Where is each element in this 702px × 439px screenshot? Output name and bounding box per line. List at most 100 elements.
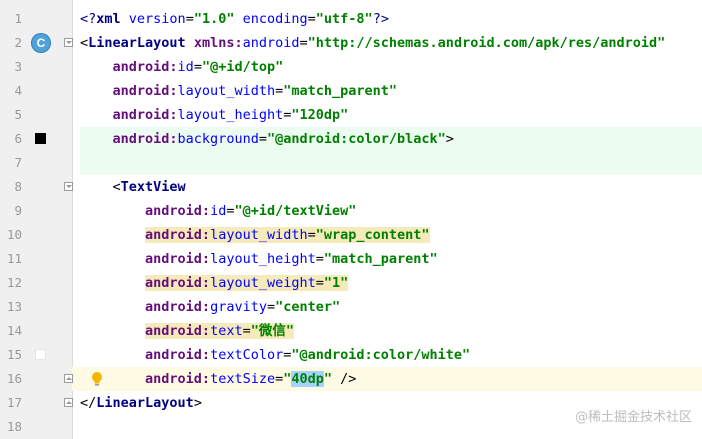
code-line[interactable]: 15 android:textColor="@android:color/whi… [0, 343, 702, 367]
code-token: layout_width [210, 227, 308, 243]
line-number: 2 [14, 35, 22, 50]
code-token: android: [112, 83, 178, 99]
code-line[interactable]: 13 android:gravity="center" [0, 295, 702, 319]
code-token: android: [112, 107, 178, 123]
code-token: < [80, 179, 121, 195]
line-number: 11 [6, 251, 22, 266]
code-token: <? [80, 11, 97, 27]
code-line[interactable]: 1 <?xml version="1.0" encoding="utf-8"?> [0, 7, 702, 31]
code-token: android: [145, 251, 211, 267]
code-token: > [193, 395, 202, 411]
code-text[interactable]: <TextView [80, 175, 186, 199]
code-line[interactable]: 12 android:layout_weight="1" [0, 271, 702, 295]
line-number: 6 [14, 131, 22, 146]
line-number: 16 [6, 371, 22, 386]
code-token: android: [145, 371, 211, 387]
code-token: layout_width [177, 83, 276, 99]
code-token: "微信" [250, 323, 294, 339]
code-line[interactable]: 4 android:layout_width="match_parent" [0, 79, 702, 103]
code-token: xmlns: [193, 35, 243, 51]
code-line[interactable]: 11 android:layout_height="match_parent" [0, 247, 702, 271]
code-line[interactable]: 16 android:textSize="40dp" /> [0, 367, 702, 391]
code-token: LinearLayout [88, 35, 194, 51]
code-token: "utf-8" [315, 11, 373, 27]
class-icon[interactable]: C [31, 33, 51, 53]
code-token: android [242, 35, 300, 51]
code-token: = [315, 275, 324, 291]
code-text[interactable]: android:id="@+id/textView" [80, 199, 356, 223]
code-token: layout_height [210, 251, 316, 267]
code-line[interactable]: 9 android:id="@+id/textView" [0, 199, 702, 223]
code-text[interactable]: <LinearLayout xmlns:android="http://sche… [80, 31, 665, 55]
code-text[interactable]: android:layout_weight="1" [80, 271, 349, 295]
fold-toggle-icon[interactable] [64, 38, 73, 47]
code-line[interactable]: 6 android:background="@android:color/bla… [0, 127, 702, 151]
code-line[interactable]: 3 android:id="@+id/top" [0, 55, 702, 79]
code-token: = [275, 371, 284, 387]
code-text[interactable]: android:textColor="@android:color/white" [80, 343, 470, 367]
code-token: android: [145, 227, 211, 243]
code-text[interactable]: android:layout_width="match_parent" [80, 79, 398, 103]
code-token: "@+id/top" [201, 59, 284, 75]
code-token: id [210, 203, 227, 219]
code-text[interactable]: <?xml version="1.0" encoding="utf-8"?> [80, 7, 389, 31]
code-token: "http://schemas.android.com/apk/res/andr… [307, 35, 666, 51]
code-token: = [266, 299, 276, 315]
code-token: "@android:color/white" [291, 347, 471, 363]
fold-toggle-icon[interactable] [64, 182, 73, 191]
code-text[interactable]: android:textSize="40dp" /> [80, 367, 356, 391]
code-text[interactable]: </LinearLayout> [80, 391, 202, 415]
code-text[interactable]: android:text="微信" [80, 319, 294, 343]
color-swatch-white-icon[interactable] [35, 349, 46, 360]
code-text[interactable]: android:gravity="center" [80, 295, 340, 319]
code-token: textColor [210, 347, 284, 363]
code-token: android: [145, 275, 211, 291]
code-token: "@+id/textView" [234, 203, 357, 219]
code-token: android: [112, 131, 178, 147]
line-number: 18 [6, 419, 22, 434]
code-token: < [80, 35, 89, 51]
code-token: android: [145, 323, 211, 339]
line-number: 4 [14, 83, 22, 98]
code-token: "@android:color/black" [266, 131, 446, 147]
code-text[interactable]: android:layout_width="wrap_content" [80, 223, 430, 247]
code-token: = [275, 83, 284, 99]
code-line[interactable]: 14 android:text="微信" [0, 319, 702, 343]
code-text[interactable]: android:id="@+id/top" [80, 55, 284, 79]
line-number: 17 [6, 395, 22, 410]
code-token: encoding [242, 11, 308, 27]
code-token: layout_height [177, 107, 284, 123]
fold-end-icon[interactable] [64, 398, 73, 407]
code-text[interactable]: android:layout_height="match_parent" [80, 247, 438, 271]
code-line[interactable]: 2 C <LinearLayout xmlns:android="http://sc… [0, 31, 702, 55]
code-token: LinearLayout [96, 395, 194, 411]
code-token: = [307, 11, 316, 27]
code-line[interactable]: 10 android:layout_width="wrap_content" [0, 223, 702, 247]
code-token: = [258, 131, 267, 147]
code-text[interactable]: android:layout_height="120dp" [80, 103, 349, 127]
code-token: "center" [275, 299, 341, 315]
code-token: </ [80, 395, 97, 411]
code-line[interactable]: 5 android:layout_height="120dp" [0, 103, 702, 127]
code-token: textSize [210, 371, 276, 387]
code-token: background [177, 131, 259, 147]
fold-end-icon[interactable] [64, 374, 73, 383]
color-swatch-black-icon[interactable] [35, 133, 46, 144]
code-token: = [185, 11, 194, 27]
code-line[interactable]: 7 [0, 151, 702, 175]
line-number: 14 [6, 323, 22, 338]
code-token: version [128, 11, 186, 27]
code-text[interactable]: android:background="@android:color/black… [80, 127, 454, 151]
line-number: 13 [6, 299, 22, 314]
code-line[interactable]: 8 <TextView [0, 175, 702, 199]
code-token: id [177, 59, 194, 75]
code-token: "match_parent" [323, 251, 438, 267]
code-token: = [242, 323, 251, 339]
